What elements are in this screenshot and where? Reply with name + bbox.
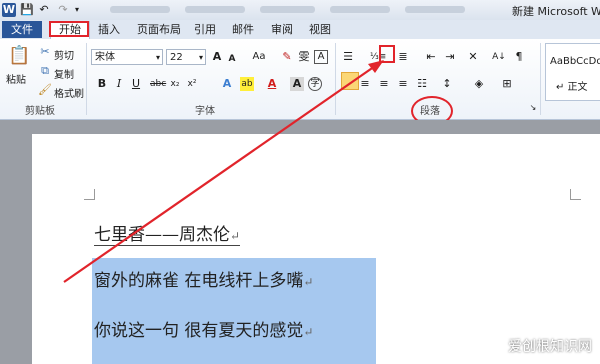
arrow-shaft	[63, 63, 379, 283]
annotation-arrow	[63, 60, 384, 283]
arrow-head	[368, 60, 384, 73]
watermark: 爱创根知识网	[508, 339, 592, 355]
